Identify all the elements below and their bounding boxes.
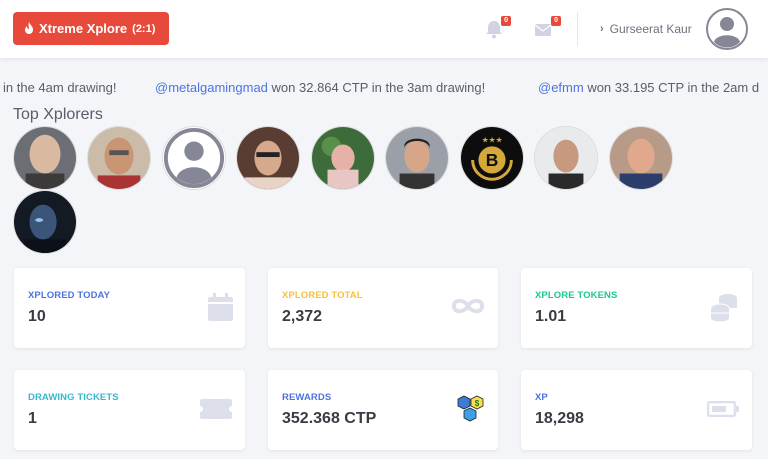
svg-text:B: B — [486, 150, 499, 170]
user-menu[interactable]: › Gurseerat Kaur — [600, 8, 748, 50]
ticker-handle[interactable]: @efmm — [538, 80, 584, 95]
bitcoin-laurel-icon: B ★★★ — [461, 127, 523, 189]
avatar-photo — [386, 127, 448, 189]
avatar-photo — [88, 127, 150, 189]
stat-label: XP — [535, 392, 548, 403]
infinity-icon — [451, 298, 485, 314]
stat-card-xplore-tokens: XPLORE TOKENS 1.01 — [521, 268, 752, 348]
calendar-icon — [208, 293, 233, 321]
notifications-badge: 0 — [501, 16, 511, 26]
stat-label: XPLORE TOKENS — [535, 290, 618, 301]
stat-label: XPLORED TOTAL — [282, 290, 363, 301]
xplorer-avatar[interactable]: B ★★★ — [460, 126, 524, 190]
chevron-right-icon: › — [600, 23, 604, 35]
notifications-button[interactable]: 0 — [483, 16, 511, 40]
svg-text:★★★: ★★★ — [482, 136, 503, 145]
stat-label: DRAWING TICKETS — [28, 392, 119, 403]
ticker-text: won 33.195 CTP in the 2am d — [583, 80, 760, 95]
stat-label: REWARDS — [282, 392, 332, 403]
avatar-photo — [237, 127, 299, 189]
ticker-item: @efmm won 33.195 CTP in the 2am d — [538, 80, 759, 95]
crypto-hexagon-icon: $ — [457, 395, 484, 422]
svg-text:$: $ — [475, 399, 480, 408]
stat-card-xplored-total: XPLORED TOTAL 2,372 — [268, 268, 498, 348]
ticker-text: won 32.864 CTP in the 3am drawing! — [267, 80, 486, 95]
stat-card-drawing-tickets: DRAWING TICKETS 1 — [14, 370, 245, 450]
ticker-item: @metalgamingmad won 32.864 CTP in the 3a… — [155, 80, 485, 95]
coins-icon — [710, 294, 737, 322]
xtreme-xplore-button[interactable]: Xtreme Xplore (2:1) — [13, 12, 169, 45]
avatar-photo — [535, 127, 597, 189]
xplorer-avatar[interactable] — [609, 126, 673, 190]
winners-ticker: in the 4am drawing! @metalgamingmad won … — [0, 78, 768, 98]
avatar-photo — [312, 127, 374, 189]
stat-value: 352.368 CTP — [282, 410, 377, 427]
top-bar: Xtreme Xplore (2:1) 0 0 › Gurseerat Kaur — [0, 0, 768, 58]
stat-card-rewards: REWARDS 352.368 CTP $ — [268, 370, 498, 450]
ticker-text: in the 4am drawing! — [3, 80, 117, 95]
ticker-item: in the 4am drawing! — [3, 80, 116, 95]
xplorer-avatar[interactable] — [13, 126, 77, 190]
xtreme-xplore-ratio: (2:1) — [132, 22, 156, 35]
stat-value: 2,372 — [282, 308, 323, 325]
avatar-photo — [14, 191, 76, 253]
stat-value: 1 — [28, 410, 37, 427]
xplorer-avatar[interactable] — [236, 126, 300, 190]
default-avatar-icon — [163, 127, 225, 189]
user-avatar-icon — [705, 8, 748, 50]
ticker-handle[interactable]: @metalgamingmad — [155, 80, 268, 95]
xplorer-avatar[interactable] — [385, 126, 449, 190]
user-name: Gurseerat Kaur — [609, 22, 692, 36]
stat-value: 18,298 — [535, 410, 584, 427]
topbar-divider — [577, 12, 578, 46]
stat-value: 1.01 — [535, 308, 567, 325]
flame-icon — [25, 22, 33, 34]
stat-card-xp: XP 18,298 — [521, 370, 752, 450]
xtreme-xplore-label: Xtreme Xplore — [39, 21, 128, 36]
ticket-icon — [200, 399, 232, 419]
stat-value: 10 — [28, 308, 46, 325]
stat-card-xplored-today: XPLORED TODAY 10 — [14, 268, 245, 348]
messages-button[interactable]: 0 — [533, 16, 561, 40]
battery-icon — [707, 401, 739, 417]
stat-label: XPLORED TODAY — [28, 290, 111, 301]
xplorer-avatar[interactable] — [534, 126, 598, 190]
messages-badge: 0 — [551, 16, 561, 26]
avatar-photo — [14, 127, 76, 189]
xplorer-avatar[interactable] — [13, 190, 77, 254]
xplorer-avatar[interactable] — [87, 126, 151, 190]
top-xplorers-title: Top Xplorers — [13, 106, 103, 123]
xplorer-avatar[interactable] — [311, 126, 375, 190]
avatar-photo — [610, 127, 672, 189]
xplorer-avatar[interactable] — [162, 126, 226, 190]
